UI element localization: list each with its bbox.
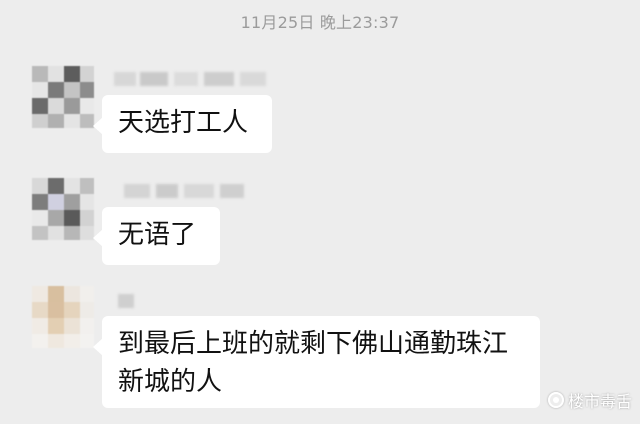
avatar-blurred[interactable]	[32, 178, 94, 240]
avatar-blurred[interactable]	[32, 66, 94, 128]
chat-timestamp: 11月25日 晚上23:37	[240, 13, 400, 32]
sender-name-blurred	[104, 70, 274, 88]
weibo-style-logo-icon	[547, 392, 564, 408]
message-bubble: 无语了	[93, 207, 220, 265]
avatar-blurred[interactable]	[32, 286, 94, 348]
sender-name-blurred	[104, 182, 264, 200]
sender-name-blurred	[104, 292, 164, 310]
watermark: 楼市毒舌	[547, 388, 632, 412]
watermark-text: 楼市毒舌	[567, 392, 632, 411]
message-bubble: 到最后上班的就剩下佛山通勤珠江新城的人	[93, 316, 540, 408]
message-bubble: 天选打工人	[93, 95, 272, 153]
